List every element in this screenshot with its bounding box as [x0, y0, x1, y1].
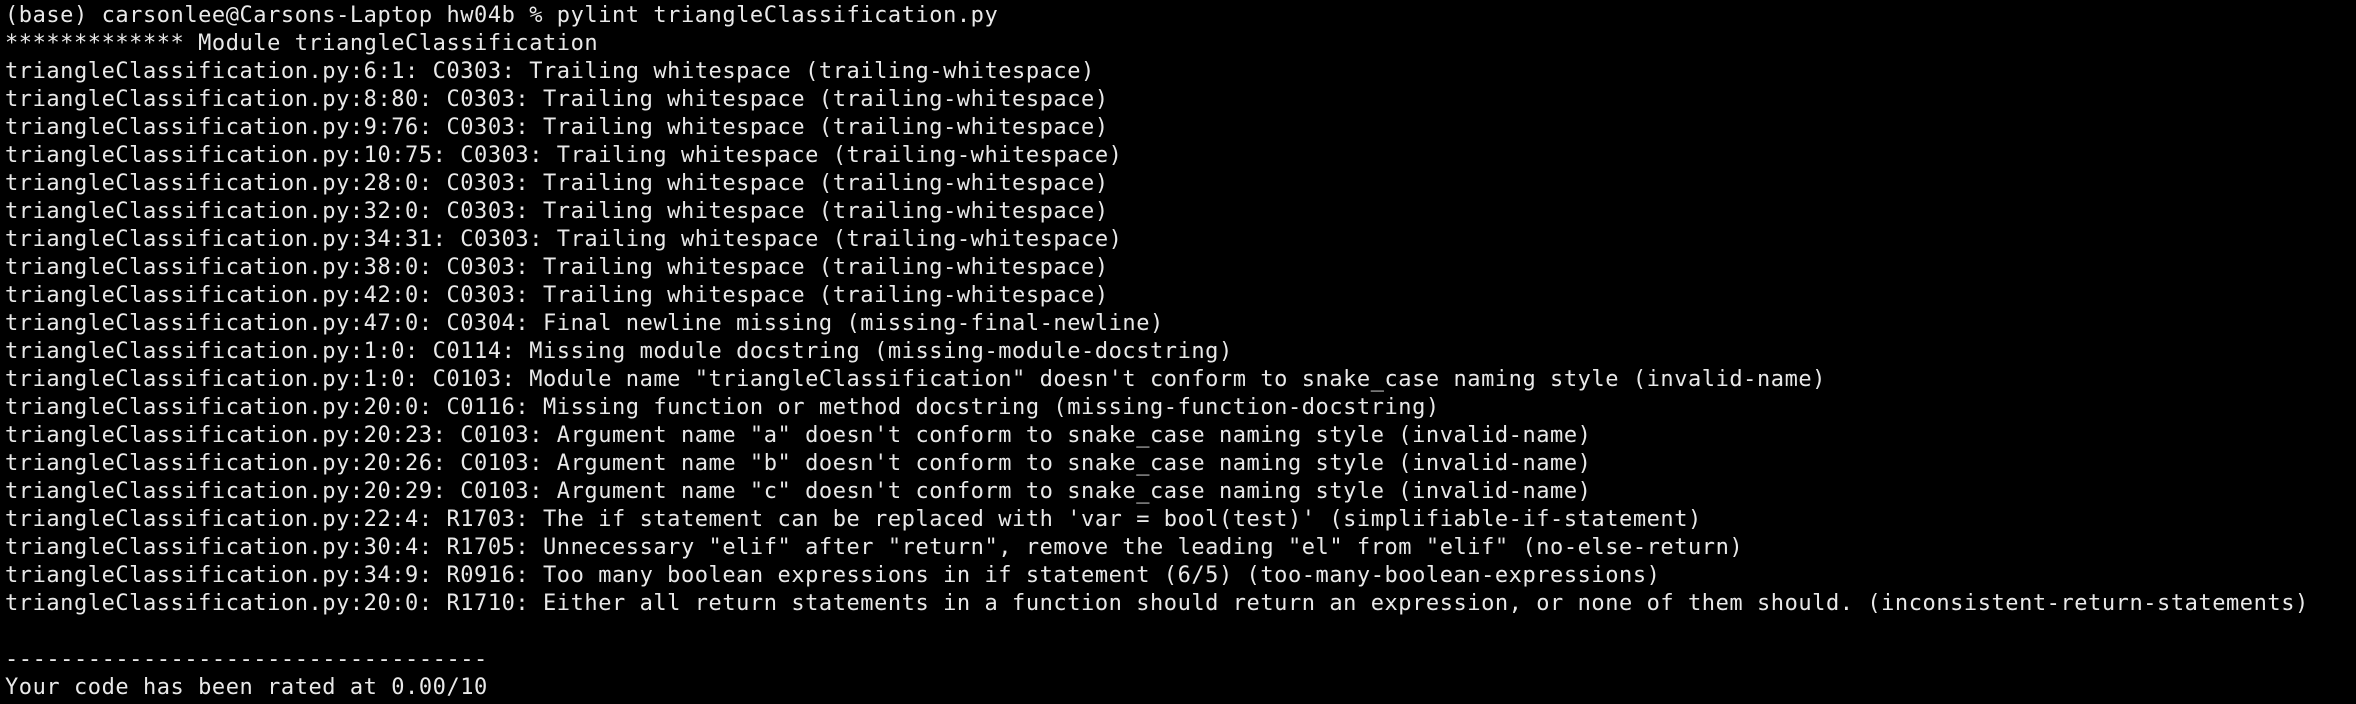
separator-line: ----------------------------------- [5, 647, 488, 672]
lint-message-line: triangleClassification.py:22:4: R1703: T… [5, 507, 1702, 532]
lint-message-line: triangleClassification.py:20:0: R1710: E… [5, 591, 2309, 616]
lint-message-line: triangleClassification.py:47:0: C0304: F… [5, 311, 1164, 336]
terminal-window[interactable]: (base) carsonlee@Carsons-Laptop hw04b % … [0, 0, 2356, 704]
command-prompt-line: (base) carsonlee@Carsons-Laptop hw04b % … [5, 3, 999, 28]
lint-message-line: triangleClassification.py:34:31: C0303: … [5, 227, 1123, 252]
lint-message-line: triangleClassification.py:42:0: C0303: T… [5, 283, 1109, 308]
lint-message-line: triangleClassification.py:34:9: R0916: T… [5, 563, 1661, 588]
lint-message-line: triangleClassification.py:38:0: C0303: T… [5, 255, 1109, 280]
lint-message-line: triangleClassification.py:8:80: C0303: T… [5, 87, 1109, 112]
lint-message-line: triangleClassification.py:1:0: C0114: Mi… [5, 339, 1233, 364]
rating-line: Your code has been rated at 0.00/10 [5, 675, 488, 700]
lint-message-line: triangleClassification.py:10:75: C0303: … [5, 143, 1123, 168]
lint-message-line: triangleClassification.py:6:1: C0303: Tr… [5, 59, 1095, 84]
lint-message-line: triangleClassification.py:30:4: R1705: U… [5, 535, 1744, 560]
module-header-line: ************* Module triangleClassificat… [5, 31, 599, 56]
lint-message-line: triangleClassification.py:9:76: C0303: T… [5, 115, 1109, 140]
lint-messages: triangleClassification.py:6:1: C0303: Tr… [5, 58, 2356, 618]
lint-message-line: triangleClassification.py:20:26: C0103: … [5, 451, 1592, 476]
lint-message-line: triangleClassification.py:1:0: C0103: Mo… [5, 367, 1826, 392]
lint-message-line: triangleClassification.py:20:29: C0103: … [5, 479, 1592, 504]
lint-message-line: triangleClassification.py:20:0: C0116: M… [5, 395, 1440, 420]
lint-message-line: triangleClassification.py:32:0: C0303: T… [5, 199, 1109, 224]
lint-message-line: triangleClassification.py:20:23: C0103: … [5, 423, 1592, 448]
lint-message-line: triangleClassification.py:28:0: C0303: T… [5, 171, 1109, 196]
